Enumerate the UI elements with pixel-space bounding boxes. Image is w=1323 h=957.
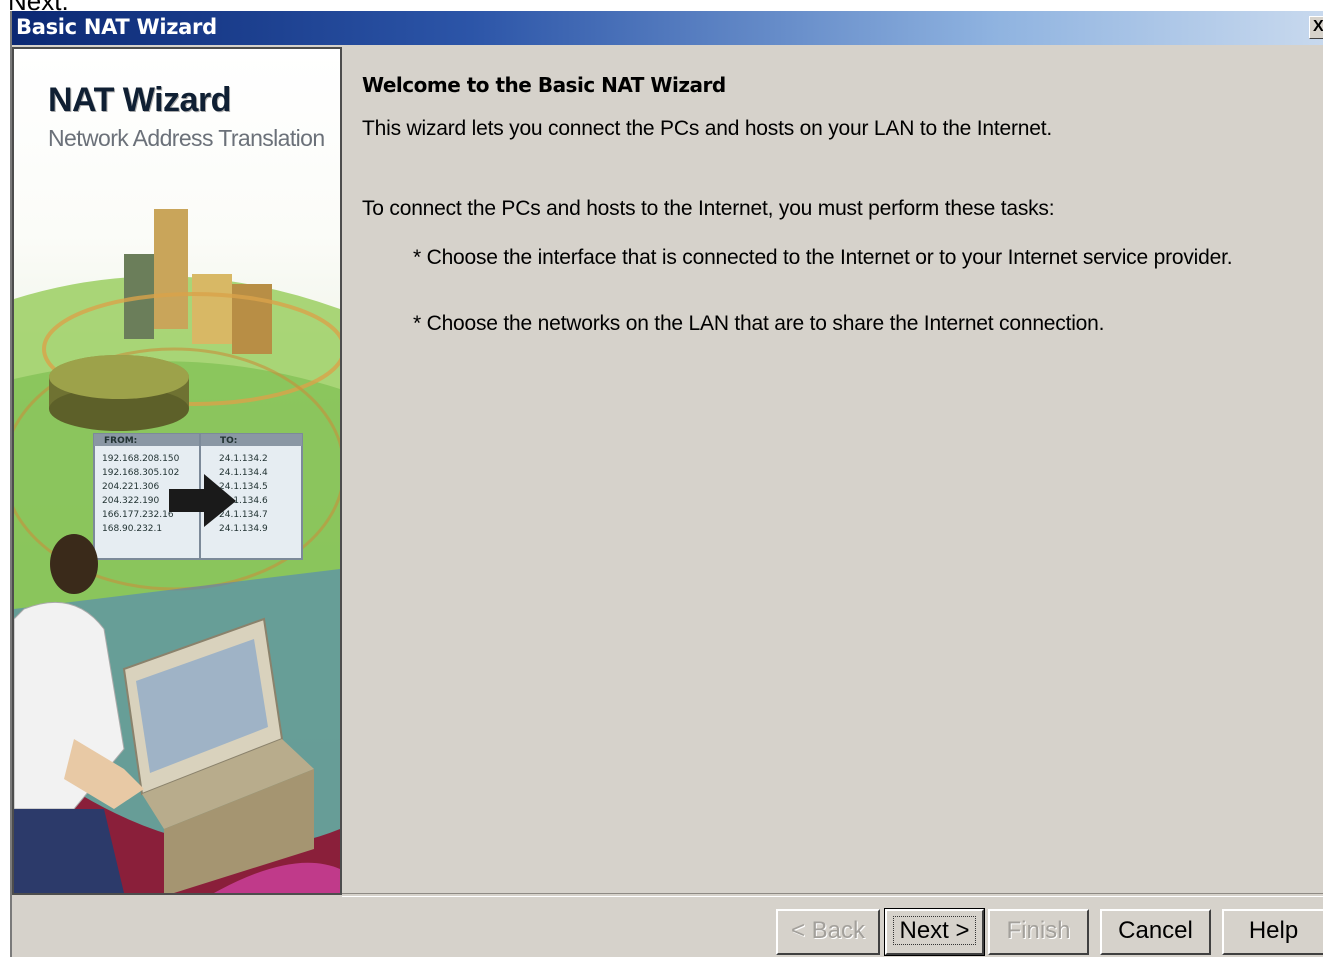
window-title: Basic NAT Wizard — [16, 15, 217, 39]
table-from-cell: 168.90.232.1 — [102, 524, 162, 534]
table-from-cell: 166.177.232.16 — [102, 510, 174, 520]
table-to-cell: 24.1.134.2 — [219, 454, 268, 464]
help-button[interactable]: Help — [1222, 909, 1323, 955]
table-to-cell: 24.1.134.5 — [219, 482, 268, 492]
wizard-side-panel: NAT Wizard Network Address Translation F… — [12, 47, 342, 895]
table-from-cell: 192.168.208.150 — [102, 454, 180, 464]
next-button-label: Next > — [893, 916, 976, 945]
cancel-button[interactable]: Cancel — [1100, 909, 1211, 955]
close-button[interactable]: X — [1309, 16, 1323, 39]
back-button[interactable]: < Back — [776, 909, 880, 955]
table-to-cell: 24.1.134.7 — [219, 510, 268, 520]
table-to-cell: 24.1.134.4 — [219, 468, 268, 478]
table-to-header: TO: — [220, 436, 237, 446]
table-from-cell: 192.168.305.102 — [102, 468, 179, 478]
title-bar: Basic NAT Wizard X — [12, 11, 1323, 45]
intro-text: This wizard lets you connect the PCs and… — [362, 117, 1053, 140]
task-item-networks: * Choose the networks on the LAN that ar… — [413, 312, 1105, 335]
table-from-header: FROM: — [104, 436, 137, 446]
task-item-interface: * Choose the interface that is connected… — [413, 246, 1233, 269]
tasks-intro-text: To connect the PCs and hosts to the Inte… — [362, 197, 1055, 220]
wizard-window: Basic NAT Wizard X NAT Wizard Network Ad… — [10, 11, 1323, 957]
finish-button[interactable]: Finish — [988, 909, 1089, 955]
footer-separator — [342, 893, 1323, 897]
table-from-cell: 204.221.306 — [102, 482, 160, 492]
table-from-cell: 204.322.190 — [102, 496, 160, 506]
next-button[interactable]: Next > — [884, 908, 985, 956]
welcome-heading: Welcome to the Basic NAT Wizard — [362, 73, 726, 97]
table-to-cell: 24.1.134.9 — [219, 524, 268, 534]
nat-illustration: FROM: TO: 192.168.208.150 192.168.305.10… — [14, 209, 340, 893]
